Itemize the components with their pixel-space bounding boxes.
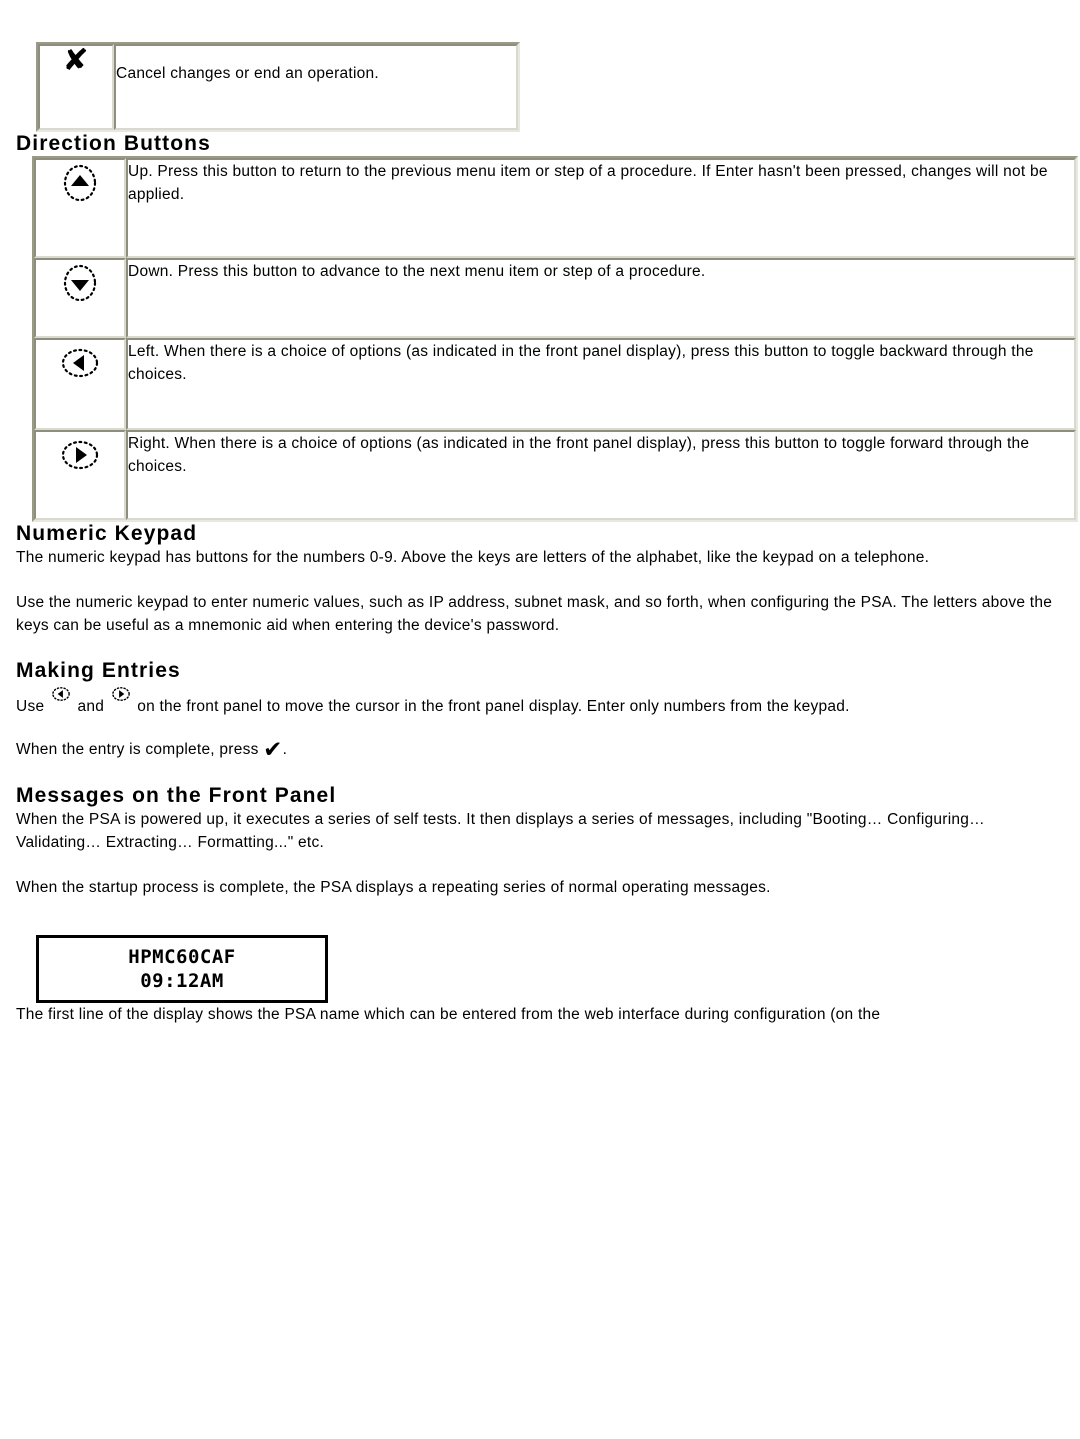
left-description-cell: Left. When there is a choice of options … — [126, 338, 1076, 430]
right-arrow-button-icon — [57, 432, 103, 478]
cancel-button-table: ✘ Cancel changes or end an operation. — [36, 42, 520, 132]
entries-text-press: When the entry is complete, press — [16, 741, 259, 758]
left-icon-cell — [34, 338, 126, 430]
heading-direction-buttons: Direction Buttons — [16, 132, 211, 155]
right-description-cell: Right. When there is a choice of options… — [126, 430, 1076, 520]
entries-text-and: and — [77, 698, 105, 715]
table-row: Right. When there is a choice of options… — [34, 430, 1076, 520]
table-row: Left. When there is a choice of options … — [34, 338, 1076, 430]
down-description-cell: Down. Press this button to advance to th… — [126, 258, 1076, 338]
entries-paragraph-1: Use and on the front panel to move the c… — [16, 683, 1058, 718]
heading-messages-front-panel: Messages on the Front Panel — [16, 784, 337, 807]
down-arrow-button-icon — [57, 260, 103, 306]
entries-paragraph-2: When the entry is complete, press ✔. — [16, 738, 1058, 762]
left-arrow-button-icon — [57, 340, 103, 386]
entries-text-period: . — [282, 741, 288, 758]
x-cancel-icon: ✘ — [62, 43, 90, 78]
check-enter-icon: ✔ — [263, 737, 283, 763]
table-row: Down. Press this button to advance to th… — [34, 258, 1076, 338]
keypad-paragraph-2: Use the numeric keypad to enter numeric … — [16, 594, 1053, 634]
heading-making-entries: Making Entries — [16, 659, 181, 682]
up-description-cell: Up. Press this button to return to the p… — [126, 158, 1076, 258]
lcd-line-psa-name: HPMC60CAF — [128, 946, 236, 968]
right-arrow-inline-icon — [110, 683, 132, 705]
direction-buttons-table: Up. Press this button to return to the p… — [32, 156, 1078, 522]
left-arrow-inline-icon — [50, 683, 72, 705]
right-icon-cell — [34, 430, 126, 520]
document-page: ✘ Cancel changes or end an operation. Di… — [0, 42, 1080, 1026]
up-arrow-button-icon — [57, 160, 103, 206]
up-icon-cell — [34, 158, 126, 258]
lcd-display-panel: HPMC60CAF 09:12AM — [36, 935, 328, 1003]
keypad-paragraph-1: The numeric keypad has buttons for the n… — [16, 549, 930, 566]
entries-text-rest: on the front panel to move the cursor in… — [137, 698, 850, 715]
cancel-icon-cell: ✘ — [38, 44, 114, 130]
messages-paragraph-1: When the PSA is powered up, it executes … — [16, 811, 985, 851]
table-row: ✘ Cancel changes or end an operation. — [38, 44, 518, 130]
lcd-line-time: 09:12AM — [140, 970, 224, 992]
messages-paragraph-3: The first line of the display shows the … — [16, 1006, 881, 1023]
table-row: Up. Press this button to return to the p… — [34, 158, 1076, 258]
entries-text-use: Use — [16, 698, 45, 715]
cancel-description-cell: Cancel changes or end an operation. — [114, 44, 518, 130]
down-icon-cell — [34, 258, 126, 338]
messages-paragraph-2: When the startup process is complete, th… — [16, 879, 771, 896]
heading-numeric-keypad: Numeric Keypad — [16, 522, 198, 545]
